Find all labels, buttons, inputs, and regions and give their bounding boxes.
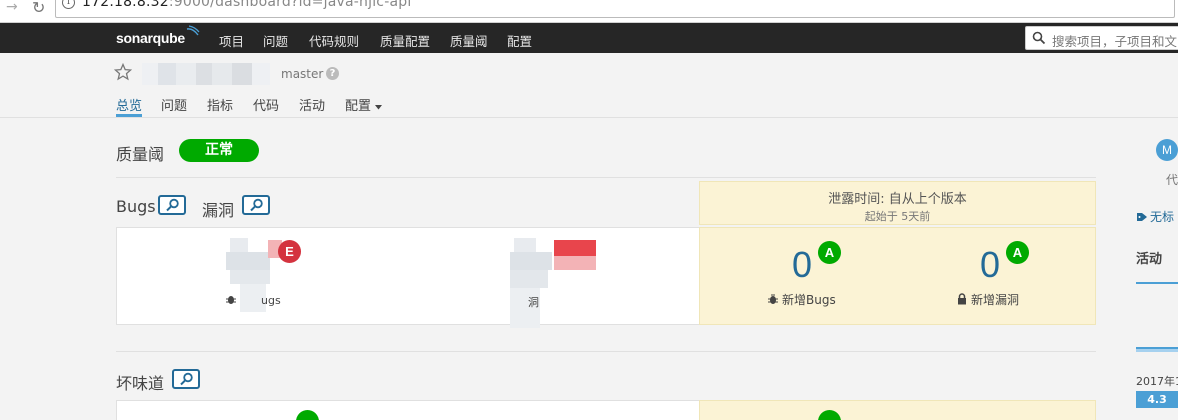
bugs-label: ugs xyxy=(226,294,281,307)
bugs-vulnerabilities-leak-panel xyxy=(699,227,1096,325)
tab-code[interactable]: 代码 xyxy=(253,95,279,114)
tags-link[interactable]: 无标 xyxy=(1136,208,1174,225)
bugs-section-title: Bugs xyxy=(116,197,156,216)
project-name-blurred xyxy=(142,63,270,85)
divider xyxy=(116,351,1096,352)
nav-quality-gates[interactable]: 质量阈 xyxy=(450,31,488,50)
code-smells-leak-panel xyxy=(699,400,1096,420)
url-path: :9000/dashboard?id=java-hjlc-api xyxy=(168,0,412,10)
logo-waves-icon xyxy=(186,25,200,36)
bugs-label-text: ugs xyxy=(261,294,281,307)
tab-activity[interactable]: 活动 xyxy=(299,95,325,114)
activity-date: 2017年1 xyxy=(1136,375,1178,388)
top-navbar: sonarqube 项目 问题 代码规则 质量配置 质量阈 配置 搜索项目，子项… xyxy=(0,23,1178,53)
nav-administration[interactable]: 配置 xyxy=(507,31,532,50)
nav-rules[interactable]: 代码规则 xyxy=(309,31,359,50)
code-smells-section-title: 坏味道 xyxy=(116,374,165,393)
sidebar-activity-title: 活动 xyxy=(1136,252,1163,267)
leak-period-title: 泄露时间: 自从上个版本 xyxy=(828,192,967,207)
divider xyxy=(116,177,1096,178)
bug-icon xyxy=(768,294,778,304)
bugs-rating-badge[interactable]: E xyxy=(278,240,301,263)
sonarqube-logo[interactable]: sonarqube xyxy=(116,30,185,46)
link-icon xyxy=(250,198,263,212)
url-text[interactable]: 172.18.8.32:9000/dashboard?id=java-hjlc-… xyxy=(82,0,411,10)
star-icon[interactable] xyxy=(114,63,132,81)
bug-icon xyxy=(226,296,236,304)
activity-graph[interactable] xyxy=(1136,347,1178,352)
url-host: 172.18.8.32 xyxy=(82,0,169,10)
search-input[interactable]: 搜索项目，子项目和文 xyxy=(1025,26,1178,50)
tab-administration[interactable]: 配置 xyxy=(345,95,383,114)
version-badge: 4.3 xyxy=(1136,391,1178,408)
new-vulnerabilities-rating-badge[interactable]: A xyxy=(1006,241,1029,264)
browser-address-bar: → ↻ i 172.18.8.32:9000/dashboard?id=java… xyxy=(0,0,1178,23)
nav-quality-profiles[interactable]: 质量配置 xyxy=(380,31,430,50)
branch-name: master xyxy=(281,67,324,81)
new-bugs-label-text: 新增Bugs xyxy=(782,293,836,307)
avatar: M xyxy=(1156,139,1178,161)
tab-overview[interactable]: 总览 xyxy=(116,95,142,114)
new-vulnerabilities-value[interactable]: 0 xyxy=(980,244,1000,286)
vulnerabilities-section-title: 漏洞 xyxy=(202,201,235,220)
search-icon xyxy=(1032,31,1046,45)
leak-period-subtitle: 起始于 5天前 xyxy=(864,210,931,223)
new-bugs-rating-badge[interactable]: A xyxy=(818,241,841,264)
project-header: master ? 总览 问题 指标 代码 活动 配置 xyxy=(0,53,1178,118)
bugs-drilldown-button[interactable] xyxy=(158,195,186,215)
new-bugs-value[interactable]: 0 xyxy=(792,244,812,286)
nav-projects[interactable]: 项目 xyxy=(219,31,244,50)
search-placeholder: 搜索项目，子项目和文 xyxy=(1052,34,1178,49)
tab-administration-label: 配置 xyxy=(345,99,372,114)
caret-down-icon xyxy=(375,104,383,109)
nav-issues[interactable]: 问题 xyxy=(263,31,288,50)
link-icon xyxy=(180,372,193,386)
new-vulnerabilities-label-text: 新增漏洞 xyxy=(971,293,1020,307)
vulnerabilities-label-text: 洞 xyxy=(528,296,539,309)
tag-icon xyxy=(1137,213,1147,221)
quality-gate-status-badge[interactable]: 正常 xyxy=(179,139,259,162)
new-vulnerabilities-label: 新增漏洞 xyxy=(957,291,1019,308)
vulnerabilities-label: 洞 xyxy=(528,294,539,310)
sidebar-activity-underline xyxy=(1136,282,1178,284)
code-smells-drilldown-button[interactable] xyxy=(172,369,200,389)
quality-gate-label: 质量阈 xyxy=(116,145,165,164)
reload-icon[interactable]: ↻ xyxy=(32,0,45,17)
vulnerabilities-drilldown-button[interactable] xyxy=(242,195,270,215)
lock-icon xyxy=(958,293,966,305)
link-icon xyxy=(166,198,179,212)
active-tab-indicator xyxy=(116,114,142,117)
tab-issues[interactable]: 问题 xyxy=(161,95,187,114)
leak-period-header: 泄露时间: 自从上个版本 起始于 5天前 xyxy=(699,181,1096,225)
sidebar-text: 代 xyxy=(1166,173,1178,187)
forward-arrow-icon[interactable]: → xyxy=(6,0,18,14)
new-bugs-label: 新增Bugs xyxy=(768,291,836,308)
tab-measures[interactable]: 指标 xyxy=(207,95,233,114)
help-icon[interactable]: ? xyxy=(326,67,339,80)
tags-text: 无标 xyxy=(1150,210,1175,224)
